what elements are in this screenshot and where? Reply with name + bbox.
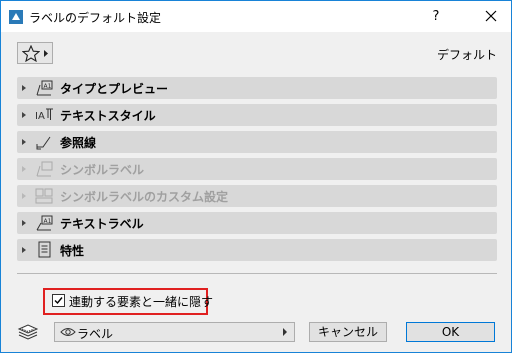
- layer-icon: [17, 324, 39, 340]
- panel-label: シンボルラベル: [60, 163, 145, 177]
- title-bar: ラベルのデフォルト設定 ?: [1, 1, 511, 32]
- dialog-window: ラベルのデフォルト設定 ? デフォルト A1 タイプとプレビュー IA テキスト…: [0, 0, 512, 353]
- close-icon: [485, 10, 497, 22]
- panel-text-label[interactable]: A1 テキストラベル: [17, 212, 497, 234]
- layer-dropdown[interactable]: ラベル: [54, 322, 295, 342]
- panel-label: テキストスタイル: [60, 109, 156, 123]
- svg-text:A1: A1: [44, 218, 52, 225]
- hide-with-element-checkbox[interactable]: [52, 294, 65, 307]
- expand-arrow-icon: [22, 220, 26, 226]
- panel-label: タイプとプレビュー: [60, 82, 169, 96]
- checkbox-label[interactable]: 連動する要素と一緒に隠す: [69, 293, 213, 310]
- panel-type-preview[interactable]: A1 タイプとプレビュー: [17, 77, 497, 99]
- app-icon: [9, 10, 23, 24]
- star-icon: [22, 45, 40, 62]
- expand-arrow-icon: [22, 247, 26, 253]
- panel-label: テキストラベル: [60, 217, 144, 231]
- expand-arrow-icon: [22, 166, 26, 172]
- svg-text:IA: IA: [35, 111, 45, 122]
- dialog-title: ラベルのデフォルト設定: [29, 11, 162, 25]
- layer-value: ラベル: [77, 327, 114, 341]
- panel-pointer[interactable]: 参照線: [17, 131, 497, 153]
- help-button[interactable]: ?: [421, 1, 451, 32]
- chevron-right-icon: [283, 328, 287, 336]
- expand-arrow-icon: [22, 85, 26, 91]
- checkmark-icon: [54, 297, 63, 305]
- panel-properties[interactable]: 特性: [17, 239, 497, 261]
- eye-icon: [60, 328, 76, 336]
- expand-arrow-icon: [22, 193, 26, 199]
- text-style-icon: IA: [35, 108, 53, 122]
- default-label: デフォルト: [436, 48, 497, 62]
- panel-symbol-custom: シンボルラベルのカスタム設定: [17, 185, 497, 207]
- panel-symbol-label: シンボルラベル: [17, 158, 497, 180]
- symbol-custom-icon: [35, 188, 53, 204]
- label-type-icon: A1: [36, 80, 53, 96]
- properties-icon: [38, 241, 51, 258]
- favorites-button[interactable]: [17, 42, 53, 64]
- expand-arrow-icon: [22, 112, 26, 118]
- separator: [17, 273, 497, 274]
- panel-label: 参照線: [60, 136, 97, 150]
- cancel-button[interactable]: キャンセル: [309, 322, 387, 342]
- panel-label: シンボルラベルのカスタム設定: [60, 190, 229, 204]
- chevron-right-icon: [44, 50, 48, 57]
- svg-text:A1: A1: [44, 83, 52, 90]
- pointer-line-icon: [36, 136, 51, 150]
- expand-arrow-icon: [22, 139, 26, 145]
- symbol-label-icon: [36, 161, 53, 177]
- panel-label: 特性: [60, 244, 85, 258]
- ok-button[interactable]: OK: [406, 322, 495, 342]
- text-label-icon: A1: [36, 215, 53, 231]
- panel-text-style[interactable]: IA テキストスタイル: [17, 104, 497, 126]
- close-button[interactable]: [471, 1, 511, 32]
